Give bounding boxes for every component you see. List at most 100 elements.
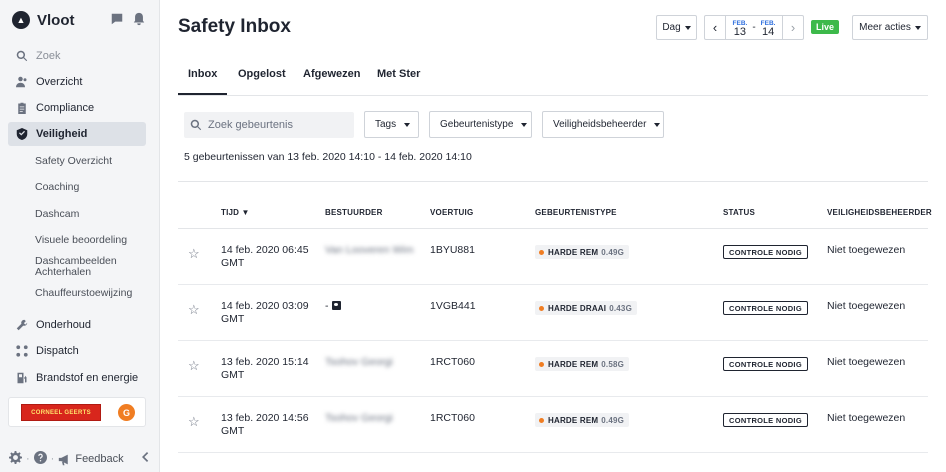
event-dot-icon [539, 417, 544, 423]
date-range-picker[interactable]: FEB. 13 - FEB. 14 [725, 15, 783, 40]
sidebar-subitem-chauffeurstoewijzing[interactable]: Chauffeurstoewijzing [35, 288, 150, 299]
sidebar-subitem-coaching[interactable]: Coaching [35, 182, 150, 193]
column-header-status[interactable]: STATUS [723, 208, 755, 217]
organization-card[interactable]: CORNEEL GEERTS G [8, 397, 146, 427]
help-icon[interactable] [33, 451, 47, 467]
chevron-right-icon: › [790, 20, 796, 35]
next-date-button[interactable]: › [782, 15, 804, 40]
event-g-force: 0.49G [601, 247, 625, 257]
event-type-badge: HARDE REM 0.49G [535, 245, 630, 259]
vehicle-id[interactable]: 1VGB441 [430, 300, 476, 313]
star-icon[interactable]: ☆ [188, 246, 200, 262]
event-search-input[interactable] [208, 119, 348, 131]
column-header-safety-manager[interactable]: VEILIGHEIDSBEHEERDER [827, 208, 932, 217]
table-row[interactable]: ☆ 13 feb. 2020 14:56 GMT Tsohov Georgi 1… [178, 397, 928, 453]
sidebar-item-brandstof[interactable]: Brandstof en energie [8, 366, 146, 390]
event-type-badge: HARDE DRAAI 0.43G [535, 301, 637, 315]
star-icon[interactable]: ☆ [188, 414, 200, 430]
sidebar-item-onderhoud[interactable]: Onderhoud [8, 313, 146, 337]
sidebar-item-label: Onderhoud [36, 319, 92, 331]
sidebar-item-compliance[interactable]: Compliance [8, 96, 146, 120]
event-time: 14 feb. 2020 03:09 GMT [221, 300, 309, 325]
collapse-sidebar-chevron-left-icon[interactable] [140, 452, 150, 465]
sidebar-search[interactable]: Zoek [8, 44, 146, 68]
safety-manager-filter[interactable]: Veiligheidsbeheerder [542, 111, 664, 138]
sidebar-subitem-safety-overzicht[interactable]: Safety Overzicht [35, 156, 150, 167]
safety-manager[interactable]: Niet toegewezen [827, 356, 905, 369]
sidebar-item-label: Overzicht [36, 76, 83, 88]
column-header-vehicle[interactable]: VOERTUIG [430, 208, 473, 217]
tags-filter[interactable]: Tags [364, 111, 419, 138]
event-type-filter[interactable]: Gebeurtenistype [429, 111, 532, 138]
star-icon[interactable]: ☆ [188, 302, 200, 318]
event-g-force: 0.49G [601, 415, 625, 425]
event-g-force: 0.58G [601, 359, 625, 369]
live-button[interactable]: Live [811, 20, 840, 34]
app-name: Vloot [37, 11, 75, 29]
sidebar-item-dispatch[interactable]: Dispatch [8, 339, 146, 363]
event-time: 13 feb. 2020 15:14 GMT [221, 356, 309, 381]
assign-driver-icon[interactable] [331, 301, 341, 310]
status-badge: CONTROLE NODIG [723, 245, 808, 259]
tab-opgelost[interactable]: Opgelost [238, 68, 286, 80]
sidebar-subitem-visuele-beoordeling[interactable]: Visuele beoordeling [35, 235, 150, 246]
sidebar-item-label: Brandstof en energie [36, 372, 139, 384]
footer-separator: · [50, 453, 55, 465]
sidebar-search-label: Zoek [36, 50, 61, 62]
table-row[interactable]: ☆ 14 feb. 2020 06:45 GMT Van Looveren Wi… [178, 229, 928, 285]
tab-inbox[interactable]: Inbox [178, 68, 228, 95]
more-actions-button[interactable]: Meer acties [852, 15, 928, 40]
sidebar: ▲ Vloot Zoek Overzicht Compliance Veilig… [0, 0, 160, 472]
vloot-logo-icon: ▲ [12, 11, 30, 29]
event-summary: 5 gebeurtenissen van 13 feb. 2020 14:10 … [184, 151, 472, 163]
search-icon [190, 119, 202, 131]
status-badge: CONTROLE NODIG [723, 301, 808, 315]
column-header-driver[interactable]: BESTUURDER [325, 208, 383, 217]
event-dot-icon [539, 305, 544, 311]
vehicle-id[interactable]: 1RCT060 [430, 412, 475, 425]
previous-date-button[interactable]: ‹ [704, 15, 726, 40]
page-title: Safety Inbox [178, 16, 291, 37]
sidebar-item-overzicht[interactable]: Overzicht [8, 70, 146, 94]
status-badge: CONTROLE NODIG [723, 357, 808, 371]
sidebar-subitem-dashcambeelden[interactable]: Dashcambeelden Achterhalen [35, 256, 150, 278]
star-icon[interactable]: ☆ [188, 358, 200, 374]
divider [178, 181, 928, 182]
table-row[interactable]: ☆ 13 feb. 2020 15:14 GMT Tsohov Georgi 1… [178, 341, 928, 397]
period-select[interactable]: Dag [656, 15, 697, 40]
date-from: FEB. 13 [733, 19, 748, 38]
safety-manager[interactable]: Niet toegewezen [827, 412, 905, 425]
tab-met-ster[interactable]: Met Ster [377, 68, 420, 80]
header-icons [110, 12, 146, 29]
gear-icon[interactable] [9, 451, 22, 467]
user-avatar[interactable]: G [118, 404, 135, 421]
vehicle-id[interactable]: 1BYU881 [430, 244, 475, 257]
date-separator: - [752, 22, 756, 33]
driver-name[interactable]: Tsohov Georgi [325, 356, 393, 369]
sidebar-item-veiligheid[interactable]: Veiligheid [8, 122, 146, 146]
safety-manager[interactable]: Niet toegewezen [827, 300, 905, 313]
brand[interactable]: ▲ Vloot [12, 10, 75, 30]
driver-cell[interactable]: - [325, 300, 341, 313]
feedback-button[interactable]: Feedback [58, 453, 124, 466]
event-time: 14 feb. 2020 06:45 GMT [221, 244, 309, 269]
sidebar-item-label: Veiligheid [36, 128, 88, 140]
chat-icon[interactable] [110, 12, 124, 29]
event-search[interactable] [184, 112, 354, 138]
shield-icon [16, 128, 28, 140]
column-header-event-type[interactable]: GEBEURTENISTYPE [535, 208, 617, 217]
event-type-label: HARDE REM [548, 415, 599, 425]
vehicle-id[interactable]: 1RCT060 [430, 356, 475, 369]
wrench-icon [16, 319, 28, 331]
safety-manager[interactable]: Niet toegewezen [827, 244, 905, 257]
table-row[interactable]: ☆ 14 feb. 2020 03:09 GMT - 1VGB441 HARDE… [178, 285, 928, 341]
driver-name[interactable]: Tsohov Georgi [325, 412, 393, 425]
chevron-left-icon: ‹ [712, 20, 718, 35]
tab-afgewezen[interactable]: Afgewezen [303, 68, 360, 80]
sidebar-subitem-dashcam[interactable]: Dashcam [35, 209, 150, 220]
column-header-time[interactable]: TIJD ▼ [221, 208, 250, 217]
fuel-icon [16, 372, 28, 384]
bell-icon[interactable] [132, 12, 146, 29]
chevron-down-icon [404, 122, 411, 127]
driver-name[interactable]: Van Looveren Wim [325, 244, 414, 257]
